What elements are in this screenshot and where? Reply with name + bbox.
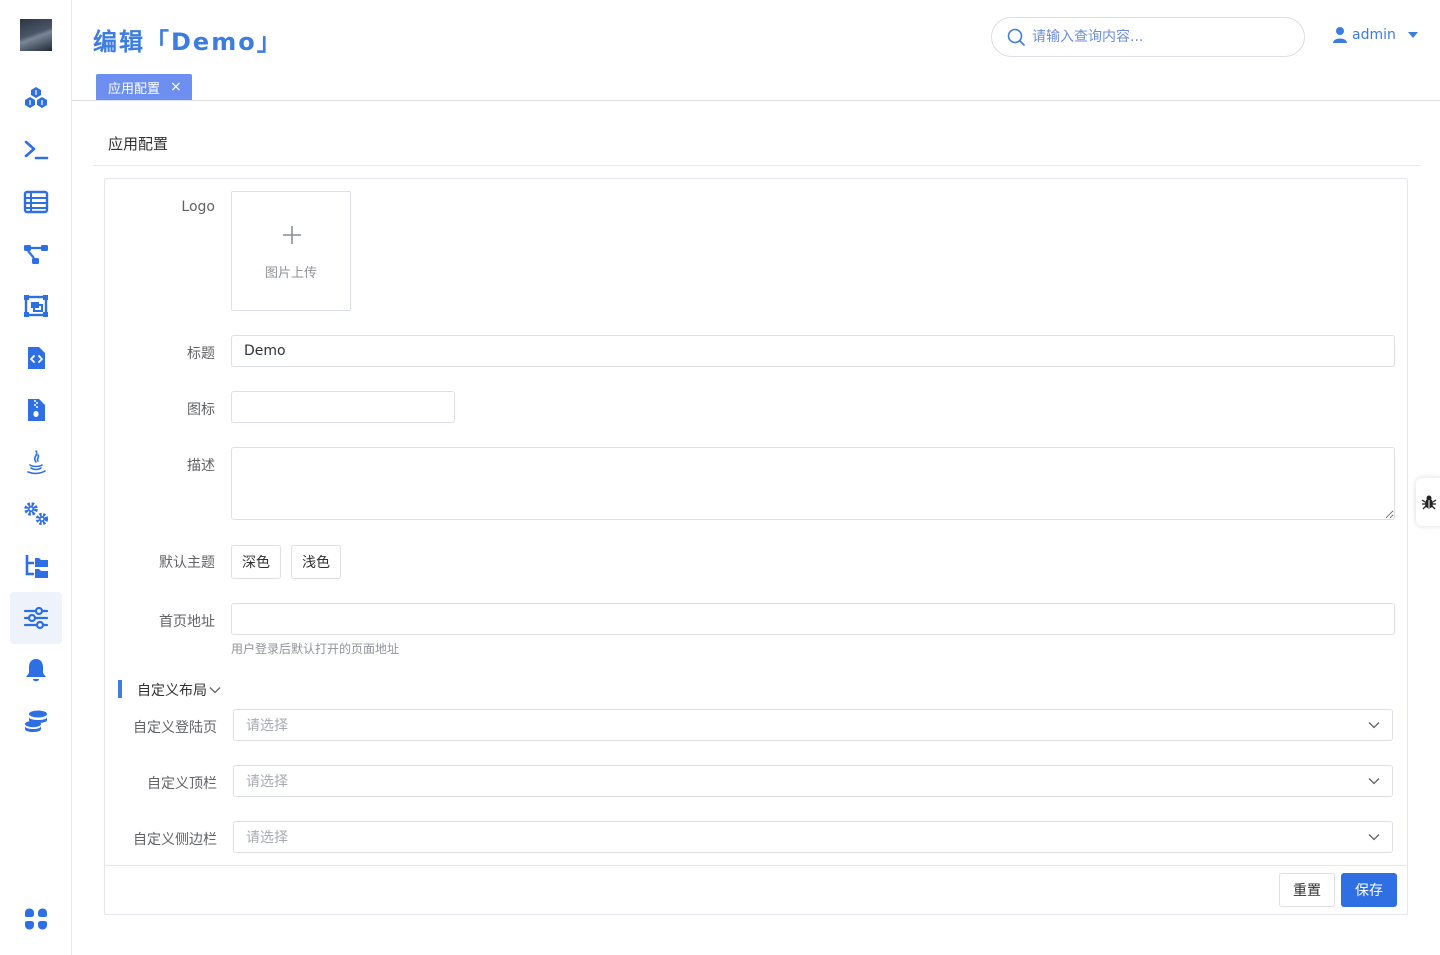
- tab-close-icon[interactable]: ×: [170, 79, 182, 95]
- sidebar-item-java[interactable]: [10, 436, 62, 488]
- java-icon: [27, 450, 46, 475]
- sidebar-item-app-config[interactable]: [10, 592, 62, 644]
- tab-bar-divider: [72, 100, 1440, 101]
- logo-upload[interactable]: 图片上传: [231, 191, 351, 311]
- chevron-down-icon: [1368, 778, 1380, 785]
- select-placeholder: 请选择: [246, 774, 288, 790]
- card-footer-divider: [104, 865, 1408, 866]
- caret-down-icon[interactable]: [1407, 31, 1418, 39]
- description-textarea[interactable]: [231, 447, 1395, 520]
- tab-label: 应用配置: [108, 81, 161, 97]
- flow-icon: [24, 245, 48, 264]
- icon-input[interactable]: [231, 391, 455, 423]
- sidebar-item-folder-tree[interactable]: [10, 540, 62, 592]
- page-title: 编辑「Demo」: [93, 28, 283, 56]
- chevron-down-icon: [209, 687, 221, 694]
- sidebar-item-screen[interactable]: [10, 280, 62, 332]
- login-page-select[interactable]: 请选择: [233, 709, 1393, 741]
- theme-light-button[interactable]: 浅色: [291, 545, 341, 579]
- group-marker: [118, 680, 122, 698]
- logo-label: Logo: [181, 199, 215, 215]
- sidebar-item-settings[interactable]: [10, 488, 62, 540]
- plus-icon: [283, 226, 301, 244]
- icon-label: 图标: [187, 402, 215, 418]
- select-placeholder: 请选择: [246, 718, 288, 734]
- sidebar-item-code-file[interactable]: [10, 332, 62, 384]
- topbar-select[interactable]: 请选择: [233, 765, 1393, 797]
- topbar-label: 自定义顶栏: [147, 776, 217, 792]
- search-icon: [1007, 28, 1025, 46]
- database-icon: [25, 710, 47, 732]
- sidebar-item-database[interactable]: [10, 696, 62, 748]
- layout-group-toggle[interactable]: 自定义布局: [137, 680, 221, 700]
- gears-icon: [24, 502, 49, 526]
- sidebar-item-components[interactable]: [10, 72, 62, 124]
- title-label: 标题: [187, 346, 215, 362]
- section-divider: [93, 165, 1420, 166]
- user-menu[interactable]: admin: [1332, 26, 1418, 44]
- sliders-icon: [23, 606, 49, 630]
- code-file-icon: [28, 347, 45, 369]
- home-input[interactable]: [231, 603, 1395, 635]
- home-hint: 用户登录后默认打开的页面地址: [231, 642, 400, 656]
- chevron-down-icon: [1368, 722, 1380, 729]
- sidebar-item-notifications[interactable]: [10, 644, 62, 696]
- select-placeholder: 请选择: [246, 830, 288, 846]
- layout-group-title: 自定义布局: [137, 683, 207, 699]
- sidebar-item-flow[interactable]: [10, 228, 62, 280]
- chevron-down-icon: [1368, 834, 1380, 841]
- search-input[interactable]: [1032, 29, 1282, 45]
- sidebar-item-zip-file[interactable]: [10, 384, 62, 436]
- login-page-label: 自定义登陆页: [133, 720, 217, 736]
- search-box[interactable]: [991, 17, 1305, 57]
- sidebar-item-terminal[interactable]: [10, 124, 62, 176]
- list-icon: [23, 190, 49, 214]
- theme-dark-button[interactable]: 深色: [231, 545, 281, 579]
- user-icon: [1333, 27, 1347, 43]
- title-input[interactable]: [231, 335, 1395, 367]
- tab-app-config[interactable]: 应用配置 ×: [96, 74, 192, 100]
- upload-text: 图片上传: [264, 266, 317, 281]
- username: admin: [1352, 27, 1396, 43]
- sidebar-label: 自定义侧边栏: [133, 832, 217, 848]
- sidebar-item-list[interactable]: [10, 176, 62, 228]
- sidebar: [0, 0, 72, 955]
- save-button[interactable]: 保存: [1341, 873, 1397, 907]
- sidebar-item-apps[interactable]: [10, 893, 62, 945]
- screen-icon: [24, 295, 48, 317]
- section-title: 应用配置: [108, 135, 169, 153]
- terminal-icon: [24, 140, 49, 160]
- bug-icon: [1421, 495, 1437, 510]
- app-logo[interactable]: [20, 19, 52, 51]
- reset-button[interactable]: 重置: [1279, 873, 1335, 907]
- sidebar-select[interactable]: 请选择: [233, 821, 1393, 853]
- cubes-icon: [25, 87, 47, 108]
- description-label: 描述: [187, 458, 215, 474]
- folder-tree-icon: [25, 555, 48, 578]
- zip-file-icon: [28, 399, 45, 421]
- theme-label: 默认主题: [159, 555, 215, 571]
- home-label: 首页地址: [159, 614, 215, 630]
- debug-tool-tab[interactable]: [1416, 478, 1440, 526]
- bell-icon: [26, 659, 46, 682]
- apps-icon: [24, 908, 47, 930]
